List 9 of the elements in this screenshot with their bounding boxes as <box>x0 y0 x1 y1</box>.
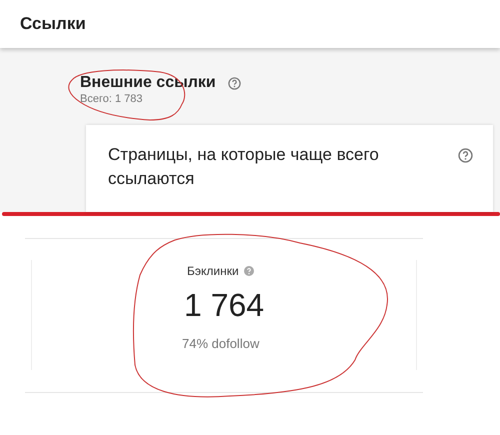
total-count: Всего: 1 783 <box>80 93 144 105</box>
help-icon[interactable] <box>228 76 241 90</box>
help-icon[interactable] <box>458 148 473 163</box>
page-title: Ссылки <box>20 14 86 34</box>
stat-label: Бэклинки <box>187 264 239 278</box>
stat-note: 74% dofollow <box>182 336 260 351</box>
help-icon[interactable] <box>244 266 254 276</box>
stat-value: 1 764 <box>184 287 264 324</box>
card-title: Страницы, на которые чаще всего ссылаются <box>108 144 380 190</box>
